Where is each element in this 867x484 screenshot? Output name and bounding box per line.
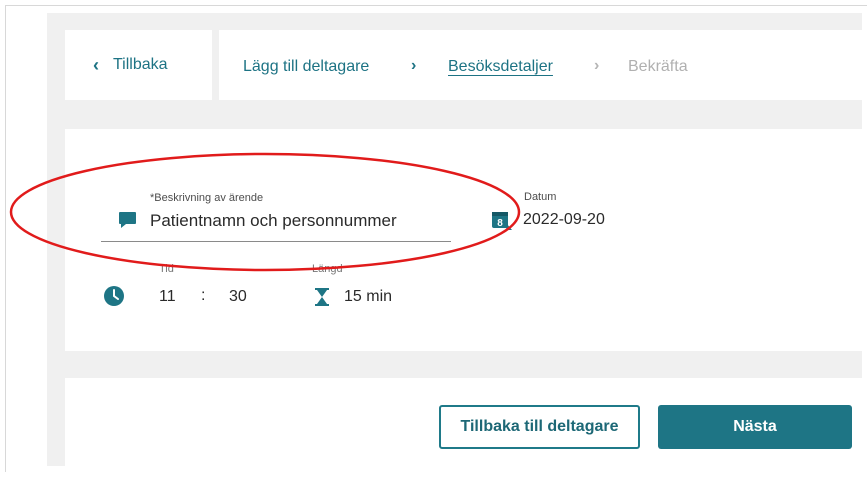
back-to-participants-button[interactable]: Tillbaka till deltagare [439,405,640,449]
step-visit-details[interactable]: Besöksdetaljer [448,58,553,76]
chevron-left-icon: ‹ [93,55,99,75]
back-link[interactable]: ‹ Tillbaka [93,56,168,74]
chevron-right-icon: › [411,57,417,74]
next-button[interactable]: Nästa [658,405,852,449]
length-label: Längd [312,263,343,275]
clock-icon [104,286,124,311]
description-value: Patientnamn och personnummer [150,211,397,230]
date-value[interactable]: 2022-09-20 [523,211,605,229]
time-label: Tid [159,263,174,275]
chevron-right-icon: › [594,57,600,74]
time-separator: : [201,287,206,304]
step-confirm: Bekräfta [628,58,688,75]
back-label: Tillbaka [113,56,168,73]
calendar-icon[interactable]: 8 [491,210,513,235]
hourglass-icon [315,288,329,311]
time-hour-input[interactable]: 11 [159,288,176,306]
date-label: Datum [524,191,557,203]
length-select[interactable]: 15 min [344,288,392,306]
time-minute-input[interactable]: 30 [229,288,247,306]
step-add-participants[interactable]: Lägg till deltagare [243,58,369,76]
svg-text:8: 8 [497,218,503,229]
comment-icon [119,212,136,233]
